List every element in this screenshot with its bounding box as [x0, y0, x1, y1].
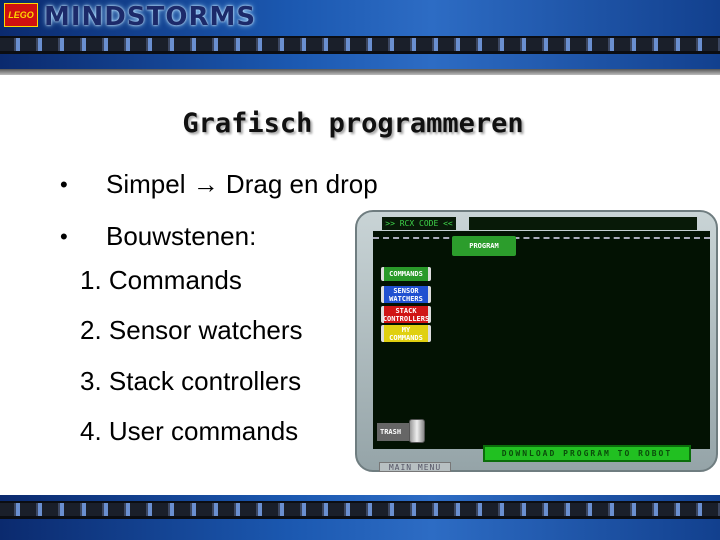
- rcx-code-screenshot: >> RCX CODE << PROGRAM COMMANDS SENSOR W…: [355, 210, 718, 472]
- slide-title: Grafisch programmeren: [182, 108, 524, 139]
- numbered-item: 1. Commands: [80, 265, 242, 295]
- download-button[interactable]: DOWNLOAD PROGRAM TO ROBOT: [483, 445, 691, 462]
- lego-technic-beam: [0, 501, 720, 519]
- program-rail: [373, 237, 710, 239]
- program-block[interactable]: PROGRAM: [452, 236, 516, 256]
- lego-technic-beam: [0, 36, 720, 54]
- bullet-text: Simpel → Drag en drop: [106, 169, 378, 199]
- stack-controllers-block[interactable]: STACK CONTROLLERS: [381, 306, 431, 323]
- program-canvas[interactable]: PROGRAM COMMANDS SENSOR WATCHERS STACK C…: [373, 231, 710, 449]
- bullet-marker: •: [60, 224, 68, 249]
- banner-shadow: [0, 69, 720, 75]
- rcx-code-tab[interactable]: >> RCX CODE <<: [382, 217, 456, 230]
- lego-logo: LEGO: [4, 3, 38, 27]
- sensor-watchers-block[interactable]: SENSOR WATCHERS: [381, 286, 431, 303]
- trash-can-icon[interactable]: [409, 419, 425, 443]
- bullet-text: Bouwstenen:: [106, 221, 257, 251]
- bullet-marker: •: [60, 172, 68, 197]
- numbered-item: 2. Sensor watchers: [80, 315, 303, 345]
- footer-banner: [0, 495, 720, 540]
- numbered-item: 3. Stack controllers: [80, 366, 302, 396]
- trash-label[interactable]: TRASH: [377, 423, 413, 441]
- title-bar: [469, 217, 697, 230]
- numbered-item: 4. User commands: [80, 416, 299, 446]
- mindstorms-logo: MINDSTORMS: [44, 2, 257, 32]
- commands-block[interactable]: COMMANDS: [381, 267, 431, 281]
- main-menu-button[interactable]: MAIN MENU: [379, 462, 451, 472]
- header-banner: LEGO MINDSTORMS: [0, 0, 720, 75]
- my-commands-block[interactable]: MY COMMANDS: [381, 325, 431, 342]
